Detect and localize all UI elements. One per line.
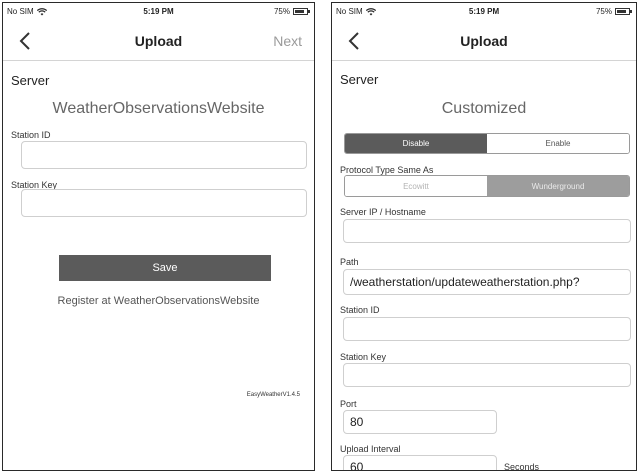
chevron-left-icon[interactable] [13, 28, 37, 54]
next-button[interactable]: Next [273, 33, 302, 49]
station-id-input[interactable] [21, 141, 307, 169]
port-label: Port [340, 399, 357, 409]
disable-option[interactable]: Disable [345, 134, 487, 153]
battery-fill [295, 10, 304, 13]
station-key-input[interactable] [21, 189, 307, 217]
path-input[interactable] [343, 269, 631, 295]
status-bar: No SIM 5:19 PM 75% [332, 3, 636, 19]
version-label: EasyWeatherV1.4.5 [246, 392, 300, 398]
status-time: 5:19 PM [143, 7, 174, 16]
upload-toggle: Disable Enable [344, 133, 630, 154]
wunderground-option[interactable]: Wunderground [487, 176, 629, 196]
navigation-bar: Upload [332, 21, 636, 61]
chevron-left-icon[interactable] [342, 28, 366, 54]
server-label: Server [340, 72, 379, 87]
station-id-label: Station ID [340, 305, 380, 315]
status-time: 5:19 PM [468, 7, 500, 16]
ecowitt-option[interactable]: Ecowitt [345, 176, 487, 196]
upload-screen-left: No SIM 5:19 PM 75% Upload Next Server We… [2, 2, 315, 471]
protocol-selector: Ecowitt Wunderground [344, 175, 630, 197]
battery-icon [615, 8, 632, 15]
station-key-label: Station Key [340, 352, 387, 362]
path-label: Path [340, 257, 359, 267]
server-name: WeatherObservationsWebsite [52, 100, 265, 117]
server-ip-input[interactable] [343, 219, 631, 243]
status-bar: No SIM 5:19 PM 75% [3, 3, 314, 19]
port-input[interactable] [343, 410, 497, 434]
page-title: Upload [134, 33, 183, 49]
battery-icon [293, 8, 310, 15]
battery-info: 75% [273, 7, 310, 16]
page-title: Upload [460, 33, 508, 49]
enable-option[interactable]: Enable [487, 134, 629, 153]
battery-percent: 75% [595, 7, 612, 16]
upload-interval-input[interactable] [343, 455, 497, 470]
navigation-bar: Upload Next [3, 21, 314, 61]
battery-info: 75% [595, 7, 632, 16]
register-link[interactable]: Register at WeatherObservationsWebsite [3, 295, 314, 307]
station-key-input[interactable] [343, 363, 631, 387]
battery-fill [617, 10, 626, 13]
server-name: Customized [441, 100, 527, 117]
interval-unit-label: Seconds [504, 462, 540, 471]
protocol-label: Protocol Type Same As [340, 165, 434, 175]
server-ip-label: Server IP / Hostname [340, 207, 426, 217]
station-id-label: Station ID [11, 130, 51, 140]
upload-interval-label: Upload Interval [340, 444, 401, 454]
server-label: Server [11, 73, 50, 88]
save-button[interactable]: Save [59, 255, 271, 281]
station-id-input[interactable] [343, 317, 631, 341]
upload-screen-right: No SIM 5:19 PM 75% Upload Server Customi… [331, 2, 637, 471]
battery-percent: 75% [273, 7, 290, 16]
